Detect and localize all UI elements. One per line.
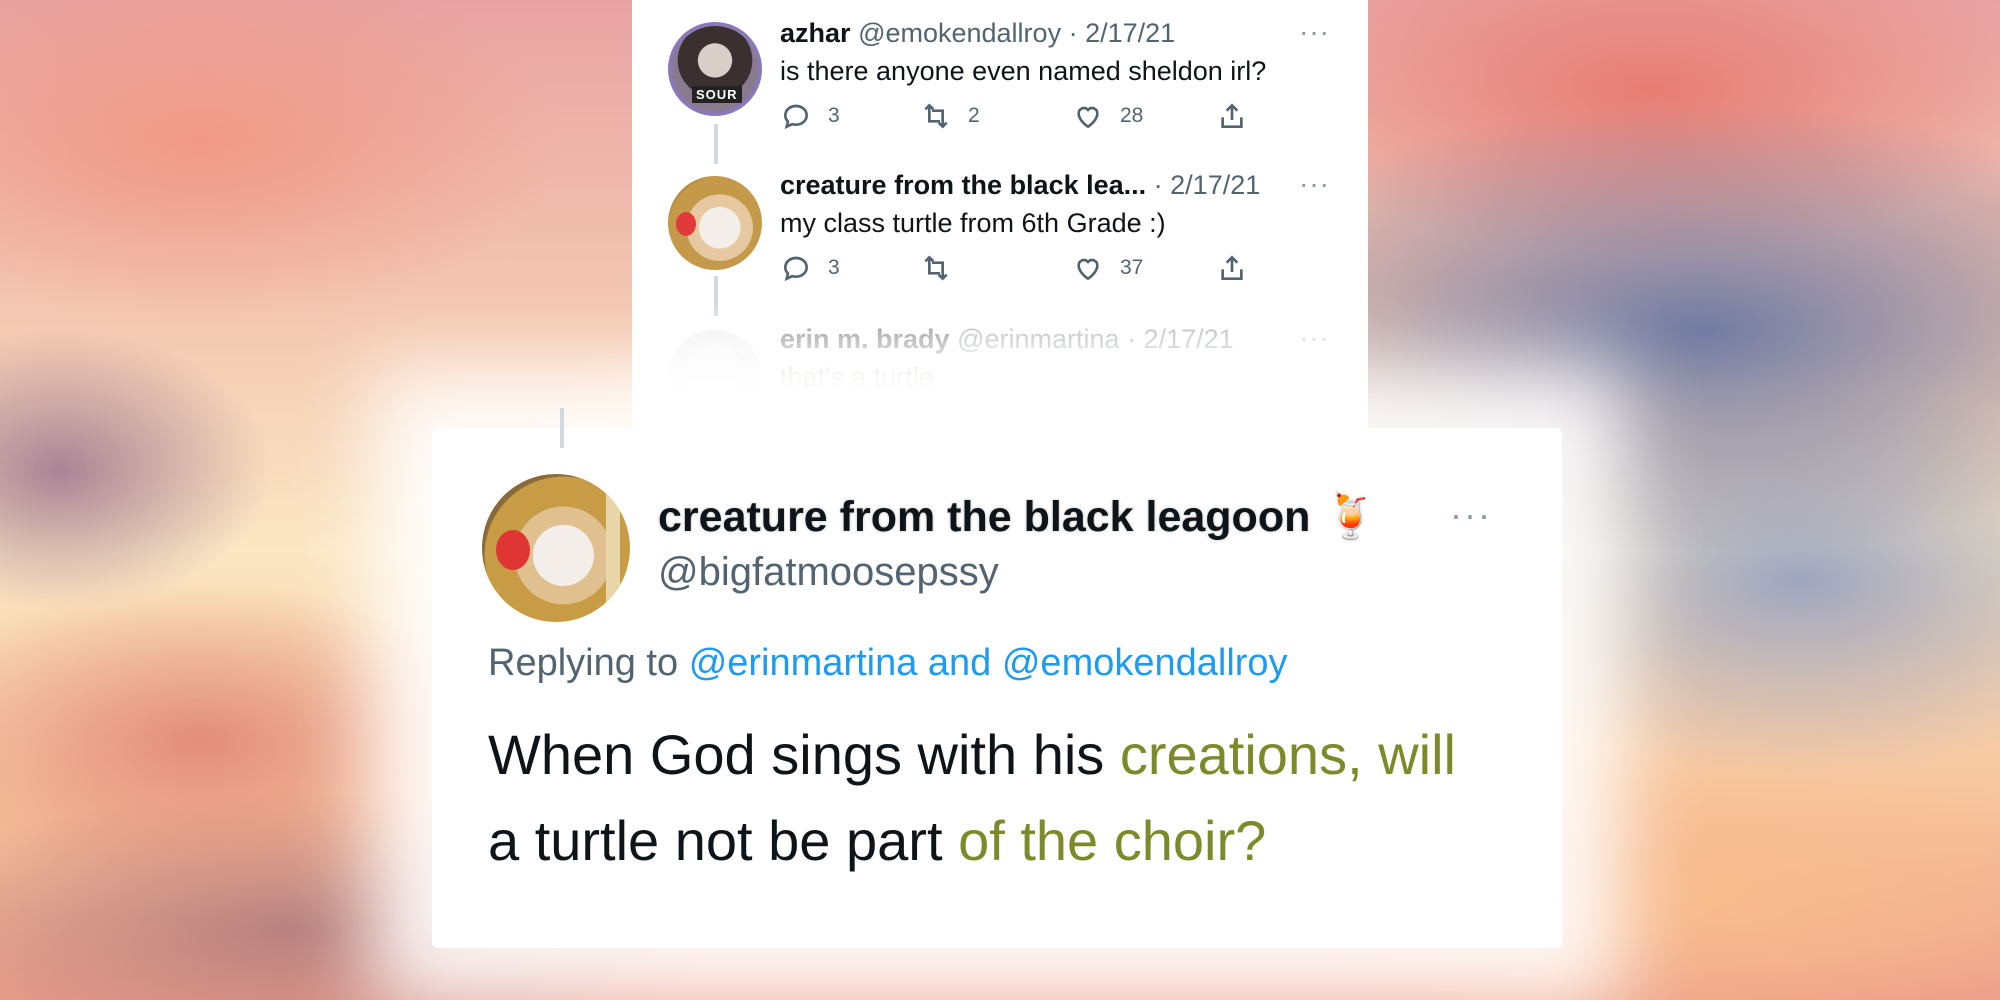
user-handle[interactable]: @erinmartina (957, 324, 1119, 354)
share-icon (1221, 103, 1243, 128)
tweet-date[interactable]: · 2/17/21 (1154, 170, 1261, 200)
like-button[interactable]: 28 (1072, 100, 1143, 132)
retweet-button[interactable] (920, 252, 968, 284)
retweet-count: 2 (968, 104, 980, 127)
more-icon[interactable]: ··· (1450, 494, 1492, 536)
tweet-header: erin m. brady @erinmartina · 2/17/21 (780, 324, 1234, 355)
display-name[interactable]: creature from the black leagoon 🍹 (658, 492, 1378, 542)
tweet-azhar[interactable]: SOUR azhar @emokendallroy · 2/17/21 ··· … (632, 0, 1368, 164)
share-icon (1221, 255, 1243, 280)
focused-tweet[interactable]: creature from the black leagoon 🍹 @bigfat… (432, 408, 1562, 948)
tweet-text-part: creations, will (1119, 723, 1456, 786)
display-name[interactable]: azhar (780, 18, 851, 48)
more-icon[interactable]: ··· (1299, 168, 1330, 200)
tweet-header: azhar @emokendallroy · 2/17/21 (780, 18, 1175, 49)
user-handle[interactable]: @emokendallroy (858, 18, 1061, 48)
thread-card: SOUR azhar @emokendallroy · 2/17/21 ··· … (632, 0, 1368, 440)
tweet-actions: 3 2 28 (780, 100, 1340, 136)
frame-graphic (606, 484, 620, 614)
avatar[interactable] (668, 330, 762, 424)
avatar-badge: SOUR (692, 86, 742, 103)
user-handle[interactable]: @bigfatmoosepssy (658, 550, 999, 595)
replying-to: Replying to @erinmartina and @emokendall… (488, 642, 1288, 685)
avatar[interactable]: SOUR (668, 22, 762, 116)
tweet-header: creature from the black lea... · 2/17/21 (780, 170, 1260, 201)
tropical-drink-icon: 🍹 (1324, 493, 1378, 541)
reply-count: 3 (828, 256, 840, 279)
avatar[interactable] (482, 474, 630, 622)
retweet-icon (924, 103, 948, 129)
display-name[interactable]: creature from the black lea... (780, 170, 1146, 200)
retweet-button[interactable]: 2 (920, 100, 980, 132)
more-icon[interactable]: ··· (1299, 322, 1330, 354)
reply-mentions[interactable]: @erinmartina and @emokendallroy (689, 642, 1288, 684)
tweet-creature[interactable]: creature from the black lea... · 2/17/21… (632, 152, 1368, 316)
tweet-text: is there anyone even named sheldon irl? (780, 56, 1267, 86)
like-count: 28 (1120, 104, 1144, 127)
reply-prefix: Replying to (488, 642, 679, 684)
display-name-text: creature from the black leagoon (658, 493, 1311, 541)
like-count: 37 (1120, 256, 1144, 279)
tweet-text-part: of the choir? (958, 809, 1267, 872)
tweet-text-part: When God sings with his (488, 723, 1120, 786)
tweet-date[interactable]: · 2/17/21 (1127, 324, 1234, 354)
tweet-text: that's a turtle (780, 362, 934, 392)
share-button[interactable] (1216, 252, 1248, 284)
reply-button[interactable]: 3 (780, 252, 840, 284)
tweet-text: When God sings with his creations, will … (488, 712, 1508, 884)
display-name[interactable]: erin m. brady (780, 324, 950, 354)
tweet-date[interactable]: · 2/17/21 (1069, 18, 1176, 48)
more-icon[interactable]: ··· (1299, 16, 1330, 48)
tweet-text: my class turtle from 6th Grade :) (780, 208, 1166, 238)
like-button[interactable]: 37 (1072, 252, 1143, 284)
rose-graphic (496, 530, 530, 570)
share-button[interactable] (1216, 100, 1248, 132)
thread-line (560, 408, 564, 448)
reply-button[interactable]: 3 (780, 100, 840, 132)
avatar[interactable] (668, 176, 762, 270)
tweet-text-part: a turtle not be part (488, 809, 959, 872)
reply-count: 3 (828, 104, 840, 127)
rose-graphic (676, 212, 696, 236)
like-icon (1077, 106, 1099, 129)
retweet-icon (924, 255, 948, 281)
reply-icon (783, 104, 809, 130)
tweet-actions: 3 37 (780, 252, 1340, 288)
reply-icon (783, 256, 809, 282)
like-icon (1077, 258, 1099, 281)
